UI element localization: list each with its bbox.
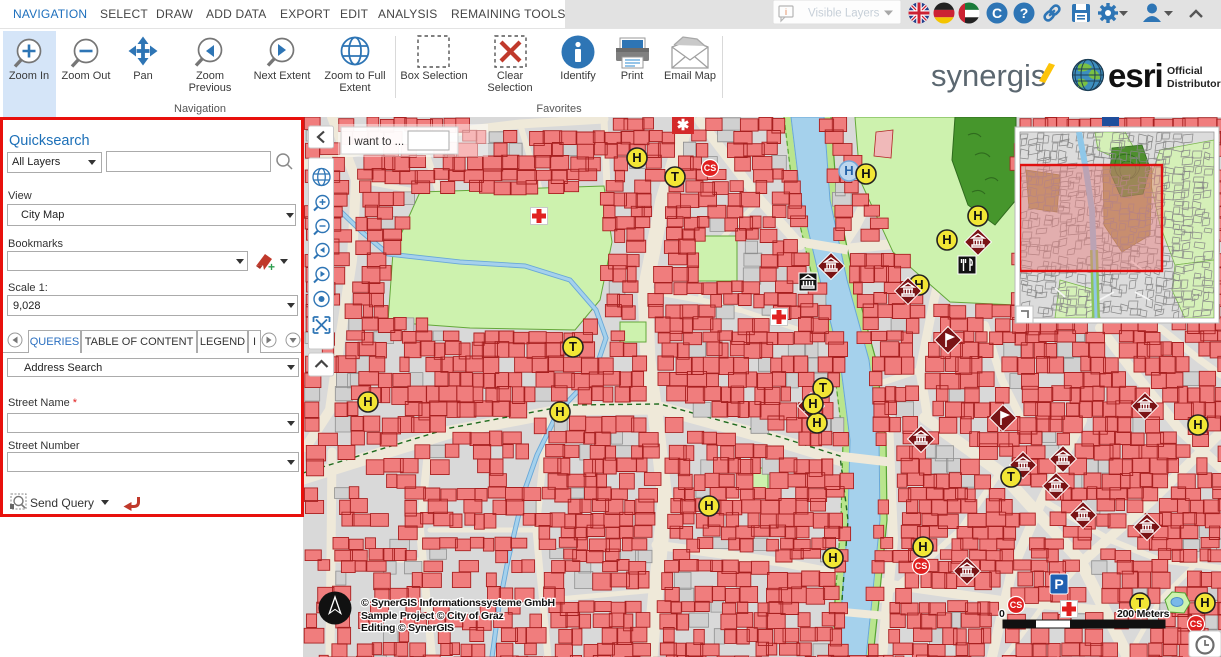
svg-text:H: H: [828, 550, 837, 565]
svg-text:200 Meters: 200 Meters: [1117, 608, 1170, 620]
svg-text:Sample Project © City of Graz: Sample Project © City of Graz: [361, 610, 504, 622]
svg-text:H: H: [812, 415, 821, 430]
svg-text:H: H: [808, 396, 817, 411]
svg-text:CS: CS: [915, 561, 928, 571]
svg-text:Visible Layers: Visible Layers: [808, 8, 880, 20]
svg-text:H: H: [942, 232, 951, 247]
svg-text:T: T: [569, 339, 577, 354]
svg-text:H: H: [844, 163, 853, 178]
svg-text:H: H: [1193, 417, 1202, 432]
svg-text:T: T: [671, 169, 679, 184]
svg-text:H: H: [704, 498, 713, 513]
svg-text:I want to ...: I want to ...: [348, 136, 404, 148]
svg-text:Editing © SynerGIS: Editing © SynerGIS: [361, 622, 454, 634]
svg-text:+: +: [268, 260, 275, 274]
svg-text:H: H: [1200, 595, 1209, 610]
svg-text:esri: esri: [1108, 57, 1163, 94]
svg-text:H: H: [861, 166, 870, 181]
svg-text:H: H: [973, 208, 982, 223]
svg-text:C: C: [992, 5, 1002, 21]
svg-text:✱: ✱: [677, 117, 690, 134]
svg-text:CS: CS: [1010, 600, 1023, 610]
svg-text:Distributor: Distributor: [1167, 78, 1221, 90]
svg-text:H: H: [363, 394, 372, 409]
svg-text:CS: CS: [704, 163, 717, 173]
svg-text:synergis: synergis: [931, 58, 1046, 93]
svg-text:0: 0: [999, 608, 1005, 620]
svg-text:P: P: [1054, 576, 1063, 592]
svg-text:H: H: [918, 539, 927, 554]
svg-text:Official: Official: [1167, 65, 1203, 77]
svg-text:?: ?: [1020, 5, 1029, 21]
svg-text:© SynerGIS Informationssysteme: © SynerGIS Informationssysteme GmbH: [361, 597, 555, 609]
svg-text:i: i: [785, 7, 787, 17]
svg-text:T: T: [1007, 469, 1015, 484]
svg-text:CS: CS: [1190, 619, 1203, 629]
svg-text:H: H: [555, 404, 564, 419]
svg-text:H: H: [632, 150, 641, 165]
svg-text:T: T: [819, 380, 827, 395]
